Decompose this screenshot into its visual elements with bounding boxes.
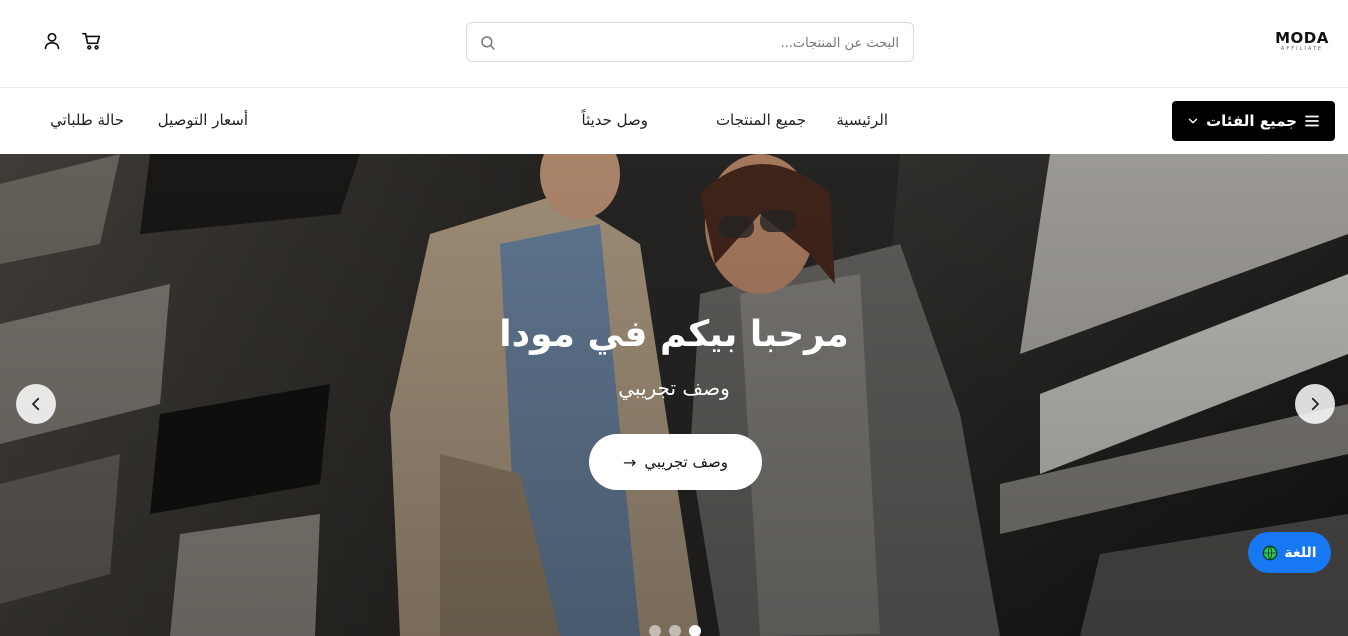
slider-dot[interactable] bbox=[669, 625, 681, 636]
chevron-right-icon bbox=[1311, 397, 1319, 411]
hero-cta-button[interactable]: وصف تجريبي → bbox=[589, 434, 762, 490]
logo[interactable]: MODA AFFILIATE bbox=[1274, 30, 1330, 53]
globe-icon bbox=[1263, 545, 1278, 560]
slider-prev-button[interactable] bbox=[16, 384, 56, 424]
search-box bbox=[466, 22, 914, 62]
hero-slider: مرحبا بيكم في مودا وصف تجريبي وصف تجريبي… bbox=[0, 154, 1348, 636]
slider-pagination bbox=[649, 625, 701, 636]
logo-tagline: AFFILIATE bbox=[1280, 46, 1324, 52]
chevron-down-icon bbox=[1188, 118, 1198, 124]
nav-link-home[interactable]: الرئيسية bbox=[836, 111, 888, 129]
nav-link-all-products[interactable]: جميع المنتجات bbox=[716, 111, 806, 129]
hero-subtitle: وصف تجريبي bbox=[618, 376, 730, 400]
user-icon[interactable] bbox=[41, 30, 63, 52]
cart-icon[interactable] bbox=[81, 30, 103, 52]
all-categories-label: جميع الفئات bbox=[1206, 112, 1297, 130]
nav-link-shipping-prices[interactable]: أسعار التوصيل bbox=[158, 111, 248, 129]
language-button[interactable]: اللغة bbox=[1248, 532, 1331, 573]
search-input[interactable] bbox=[503, 31, 899, 55]
language-label: اللغة bbox=[1284, 544, 1317, 561]
hero-cta-label: وصف تجريبي bbox=[644, 453, 729, 471]
slider-dot-active[interactable] bbox=[689, 625, 701, 636]
all-categories-button[interactable]: جميع الفئات bbox=[1172, 101, 1335, 141]
main-nav: جميع الفئات الرئيسية جميع المنتجات وصل ح… bbox=[0, 89, 1348, 154]
nav-link-order-status[interactable]: حالة طلباتي bbox=[50, 111, 124, 129]
slider-dot[interactable] bbox=[649, 625, 661, 636]
slider-next-button[interactable] bbox=[1295, 384, 1335, 424]
logo-wordmark: MODA bbox=[1275, 29, 1329, 47]
chevron-left-icon bbox=[32, 397, 40, 411]
nav-link-new-arrivals[interactable]: وصل حديثاً bbox=[581, 111, 648, 129]
top-header: MODA AFFILIATE bbox=[0, 0, 1348, 88]
hero-title: مرحبا بيكم في مودا bbox=[499, 314, 849, 355]
arrow-right-icon: → bbox=[622, 452, 637, 472]
hamburger-icon bbox=[1305, 115, 1319, 127]
search-icon[interactable] bbox=[479, 34, 497, 52]
